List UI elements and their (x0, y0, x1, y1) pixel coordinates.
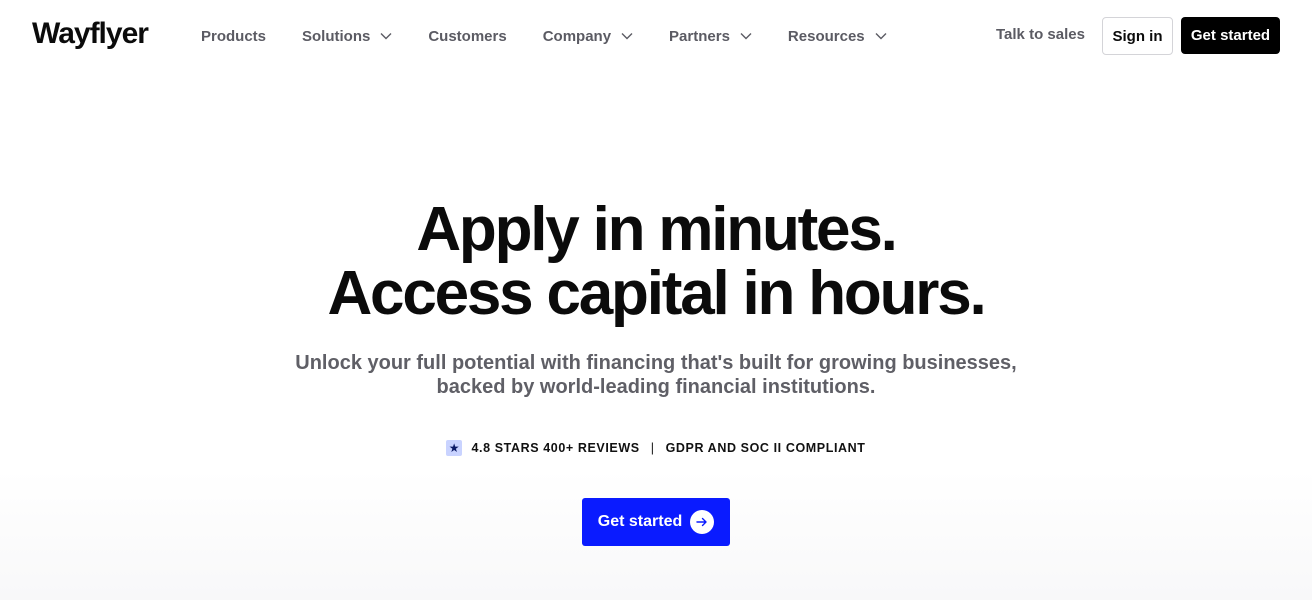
nav-item-products[interactable]: Products (201, 28, 266, 45)
hero-title-line-1: Apply in minutes. (416, 195, 898, 264)
hero-subtitle: Unlock your full potential with financin… (0, 351, 1312, 399)
hero-subtitle-line-1: Unlock your full potential with financin… (295, 352, 1017, 374)
chevron-down-icon (875, 33, 887, 40)
nav-item-label: Customers (428, 27, 507, 45)
compliance-text: GDPR AND SOC II COMPLIANT (665, 441, 866, 455)
site-header: Wayflyer Products Solutions Customers Co… (0, 0, 1312, 72)
talk-to-sales-link[interactable]: Talk to sales (996, 26, 1085, 43)
hero-title: Apply in minutes. Access capital in hour… (0, 198, 1312, 326)
nav-item-label: Company (542, 27, 612, 45)
star-icon: ★ (446, 440, 463, 456)
nav-item-label: Resources (787, 27, 865, 45)
cta-label: Get started (597, 513, 683, 530)
chevron-down-icon (380, 33, 392, 40)
nav-item-label: Partners (669, 27, 730, 45)
trust-separator: | (650, 441, 655, 455)
hero-title-line-2: Access capital in hours. (327, 259, 986, 328)
header-get-started-button[interactable]: Get started (1181, 17, 1280, 54)
arrow-right-icon (690, 510, 715, 534)
trust-bar: ★ 4.8 STARS 400+ REVIEWS | GDPR AND SOC … (0, 440, 1312, 456)
hero-get-started-button[interactable]: Get started (582, 498, 730, 546)
nav-item-resources[interactable]: Resources (788, 28, 887, 45)
nav-item-partners[interactable]: Partners (669, 28, 752, 45)
nav-item-company[interactable]: Company (543, 28, 633, 45)
nav-item-label: Products (201, 27, 267, 45)
nav-item-solutions[interactable]: Solutions (302, 28, 392, 45)
wayflyer-logo[interactable]: Wayflyer (32, 16, 149, 52)
nav-item-customers[interactable]: Customers (428, 28, 506, 45)
hero-subtitle-line-2: backed by world-leading financial instit… (436, 376, 876, 398)
nav-item-label: Solutions (302, 27, 371, 45)
rating-text: 4.8 STARS 400+ REVIEWS (471, 441, 640, 455)
main-nav: Products Solutions Customers Company Par… (201, 24, 923, 48)
chevron-down-icon (621, 33, 633, 40)
sign-in-button[interactable]: Sign in (1102, 17, 1173, 55)
chevron-down-icon (740, 33, 752, 40)
